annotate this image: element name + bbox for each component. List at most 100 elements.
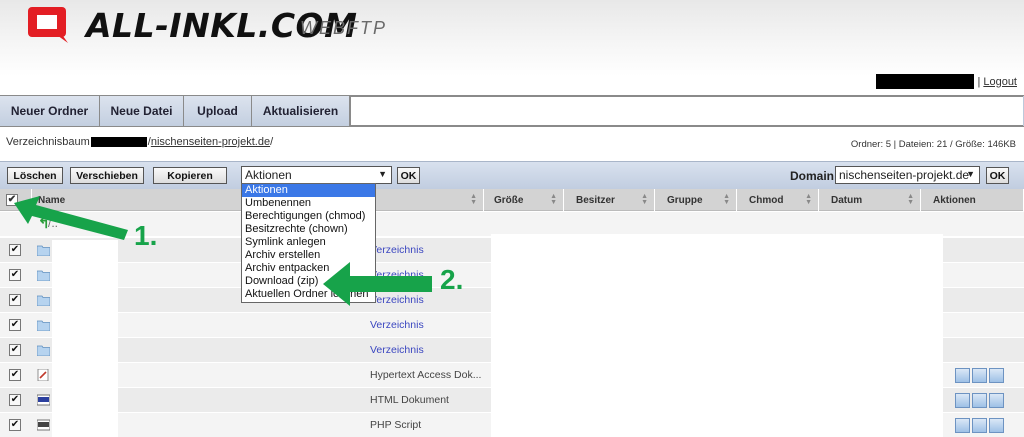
actions-select-value: Aktionen xyxy=(245,168,292,182)
column-owner-label: Besitzer xyxy=(576,194,615,206)
main-toolbar: Neuer Ordner Neue Datei Upload Aktualisi… xyxy=(0,95,1024,127)
annotation-label-1: 1. xyxy=(134,220,158,251)
chevron-down-icon: ▼ xyxy=(966,169,975,179)
dropdown-option-symlink[interactable]: Symlink anlegen xyxy=(242,236,375,249)
row-checkbox[interactable]: ✔ xyxy=(9,319,21,331)
download-icon[interactable] xyxy=(989,418,1004,433)
action-bar: Löschen Verschieben Kopieren Aktionen ▼ … xyxy=(0,161,1024,189)
move-button[interactable]: Verschieben xyxy=(70,167,144,184)
toolbar-spacer xyxy=(350,96,1023,126)
table-header: ✔ Name ▲ ▼ Größe ▲ ▼ Besitzer ▲ ▼ Gruppe ▲ ▼… xyxy=(0,189,1024,211)
actions-dropdown-menu: Aktionen Umbenennen Berechtigungen (chmo… xyxy=(241,183,376,303)
dropdown-option-extract-archive[interactable]: Archiv entpacken xyxy=(242,262,375,275)
redacted-file-details xyxy=(491,234,943,437)
column-size[interactable]: Größe ▲ ▼ xyxy=(488,189,564,211)
redacted-username xyxy=(876,74,975,89)
dropdown-option-rename[interactable]: Umbenennen xyxy=(242,197,375,210)
breadcrumb-prefix: Verzeichnisbaum xyxy=(6,136,90,148)
dropdown-option-chown[interactable]: Besitzrechte (chown) xyxy=(242,223,375,236)
column-date-label: Datum xyxy=(831,194,863,206)
folder-icon xyxy=(37,295,50,306)
htaccess-file-icon xyxy=(37,369,49,381)
folder-icon xyxy=(37,270,50,281)
user-separator: | xyxy=(977,75,981,88)
select-all-checkbox[interactable]: ✔ xyxy=(6,194,18,206)
webftp-page: ALL-INKL.COM WEBFTP | Logout Neuer Ordne… xyxy=(0,0,1024,437)
sort-icon: ▲ ▼ xyxy=(805,193,812,206)
domain-select[interactable]: nischenseiten-projekt.de ▼ xyxy=(835,166,980,184)
copy-button[interactable]: Kopieren xyxy=(153,167,227,184)
actions-select[interactable]: Aktionen ▼ xyxy=(241,166,392,184)
column-actions-label: Aktionen xyxy=(933,194,976,206)
dropdown-option-download-zip[interactable]: Download (zip) xyxy=(242,275,375,288)
row-checkbox[interactable]: ✔ xyxy=(9,269,21,281)
folder-stats: Ordner: 5 | Dateien: 21 / Größe: 146KB xyxy=(850,139,1016,150)
annotation-label-2: 2. xyxy=(440,264,464,295)
html-file-icon xyxy=(37,394,50,406)
folder-icon xyxy=(37,320,50,331)
column-actions: Aktionen xyxy=(927,189,1024,211)
row-type: HTML Dokument xyxy=(370,394,449,406)
sort-icon: ▲ ▼ xyxy=(907,193,914,206)
redacted-path xyxy=(90,137,147,147)
dropdown-option-actions[interactable]: Aktionen xyxy=(242,184,375,197)
user-area: | Logout xyxy=(876,74,1017,89)
domain-label: Domain: xyxy=(790,169,838,183)
row-checkbox[interactable]: ✔ xyxy=(9,244,21,256)
download-icon[interactable] xyxy=(989,393,1004,408)
brand-logo-icon xyxy=(28,7,68,43)
row-type: Hypertext Access Dok... xyxy=(370,369,482,381)
row-checkbox[interactable]: ✔ xyxy=(9,294,21,306)
column-chmod-label: Chmod xyxy=(749,194,784,206)
upload-button[interactable]: Upload xyxy=(184,96,252,126)
redacted-file-names xyxy=(52,240,118,437)
column-size-label: Größe xyxy=(494,194,524,206)
breadcrumb-folder-link[interactable]: nischenseiten-projekt.de xyxy=(151,136,270,148)
edit-icon[interactable] xyxy=(955,418,970,433)
breadcrumb: Verzeichnisbaum / nischenseiten-projekt.… xyxy=(6,136,273,148)
row-actions xyxy=(955,418,1004,433)
row-checkbox[interactable]: ✔ xyxy=(9,344,21,356)
edit-icon[interactable] xyxy=(955,393,970,408)
download-icon[interactable] xyxy=(989,368,1004,383)
edit-icon[interactable] xyxy=(955,368,970,383)
actions-ok-button[interactable]: OK xyxy=(397,167,420,184)
new-folder-button[interactable]: Neuer Ordner xyxy=(0,96,100,126)
sort-icon: ▲ ▼ xyxy=(641,193,648,206)
row-checkbox[interactable]: ✔ xyxy=(9,394,21,406)
view-icon[interactable] xyxy=(972,393,987,408)
view-icon[interactable] xyxy=(972,418,987,433)
column-owner[interactable]: Besitzer ▲ ▼ xyxy=(570,189,655,211)
row-type[interactable]: Verzeichnis xyxy=(370,244,424,256)
row-type[interactable]: Verzeichnis xyxy=(370,319,424,331)
row-checkbox[interactable]: ✔ xyxy=(9,369,21,381)
dropdown-option-create-archive[interactable]: Archiv erstellen xyxy=(242,249,375,262)
column-group[interactable]: Gruppe ▲ ▼ xyxy=(661,189,737,211)
logout-link[interactable]: Logout xyxy=(983,76,1017,88)
product-name: WEBFTP xyxy=(300,18,387,38)
view-icon[interactable] xyxy=(972,368,987,383)
column-date[interactable]: Datum ▲ ▼ xyxy=(825,189,921,211)
row-type: PHP Script xyxy=(370,419,422,431)
sort-icon: ▲ ▼ xyxy=(550,193,557,206)
chevron-down-icon: ▼ xyxy=(378,169,387,179)
sort-icon: ▲ ▼ xyxy=(470,193,477,206)
breadcrumb-trailing: / xyxy=(270,136,274,148)
sort-icon: ▲ ▼ xyxy=(723,193,730,206)
row-actions xyxy=(955,368,1004,383)
row-checkbox[interactable]: ✔ xyxy=(9,419,21,431)
parent-directory-label: /.. xyxy=(48,216,59,230)
new-file-button[interactable]: Neue Datei xyxy=(100,96,184,126)
row-type[interactable]: Verzeichnis xyxy=(370,344,424,356)
column-chmod[interactable]: Chmod ▲ ▼ xyxy=(743,189,819,211)
header: ALL-INKL.COM WEBFTP | Logout xyxy=(0,0,1024,95)
column-group-label: Gruppe xyxy=(667,194,703,206)
row-type[interactable]: Verzeichnis xyxy=(370,269,424,281)
php-file-icon xyxy=(37,419,50,431)
domain-ok-button[interactable]: OK xyxy=(986,167,1009,184)
row-type[interactable]: Verzeichnis xyxy=(370,294,424,306)
delete-button[interactable]: Löschen xyxy=(7,167,63,184)
refresh-button[interactable]: Aktualisieren xyxy=(252,96,350,126)
dropdown-option-chmod[interactable]: Berechtigungen (chmod) xyxy=(242,210,375,223)
dropdown-option-delete-folder[interactable]: Aktuellen Ordner löschen xyxy=(242,288,375,301)
